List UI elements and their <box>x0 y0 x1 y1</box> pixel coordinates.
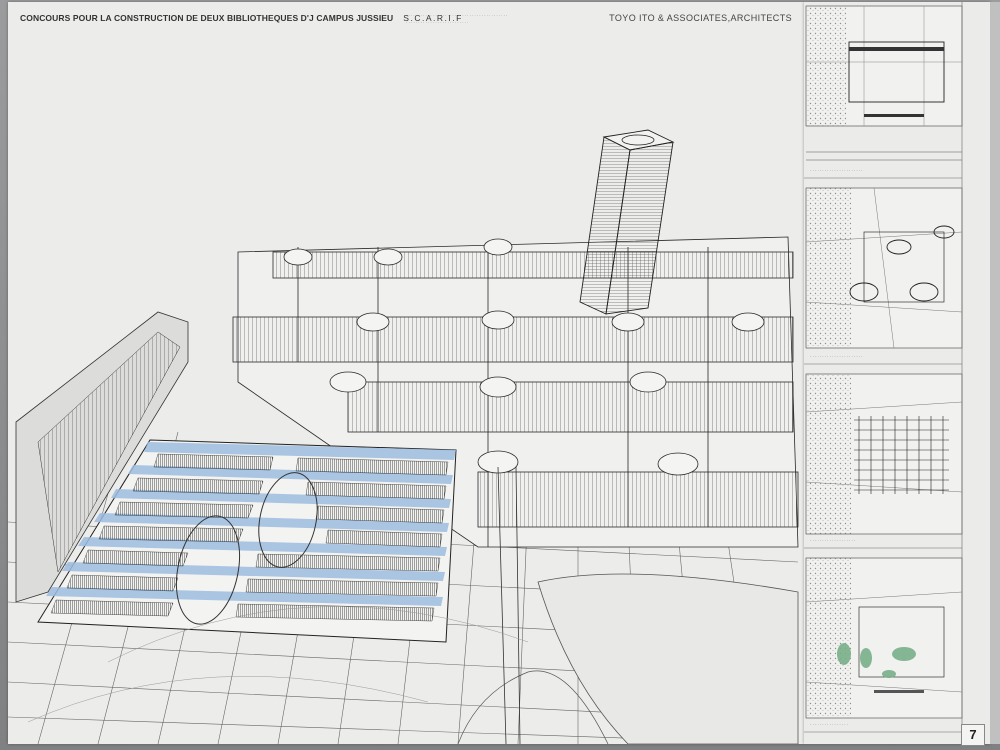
site-plan-column <box>804 2 963 744</box>
site-plan-4 <box>805 557 963 719</box>
site-plan-3 <box>805 373 963 535</box>
axonometric-drawing <box>8 129 799 744</box>
main-drawing-sheet: CONCOURS POUR LA CONSTRUCTION DE DEUX BI… <box>8 2 804 744</box>
caption-2: · · · · · · · · · · · · · · · · · · · · … <box>810 354 863 359</box>
caption-1: · · · · · · · · · · · · · · · · · · · · … <box>810 168 863 173</box>
site-plan-1 <box>805 5 963 161</box>
side-panel-sheet: · · · · · · · · · · · · · · · · · · · · … <box>804 2 990 744</box>
site-plan-2 <box>805 187 963 349</box>
caption-3: · · · · · · · · · · · · · · · · · · · <box>810 538 856 543</box>
sheet-edge <box>990 2 1000 744</box>
caption-4: · · · · · · · · · · · · · · · · <box>810 722 848 727</box>
page-number: 7 <box>961 724 985 746</box>
curved-plaza <box>537 573 799 744</box>
